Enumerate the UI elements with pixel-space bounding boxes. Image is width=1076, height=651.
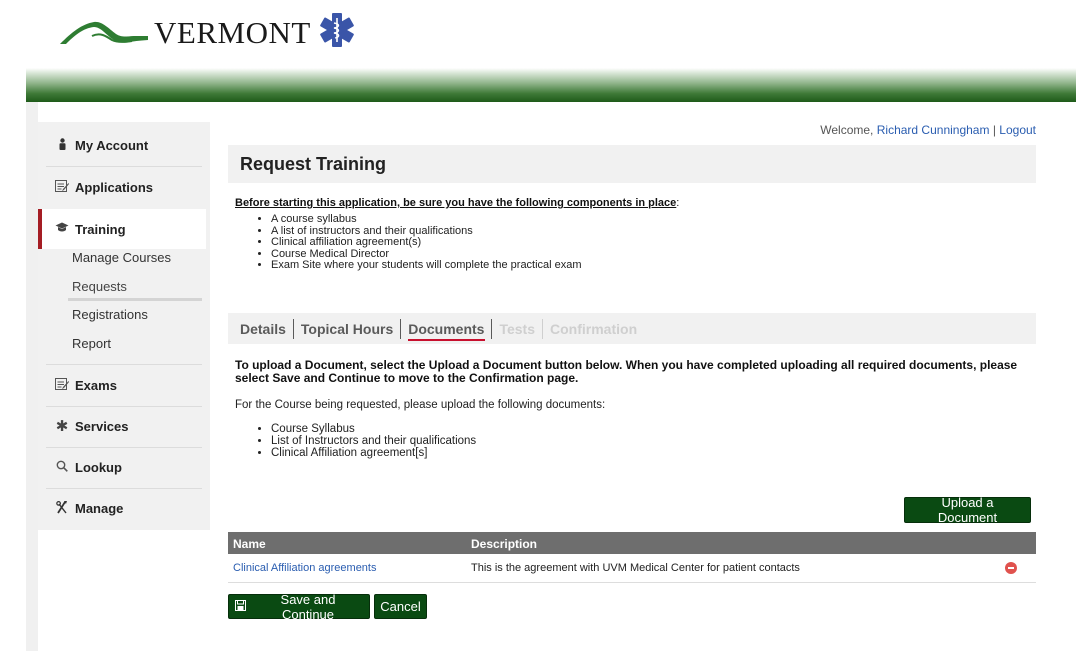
intro-suffix: :	[676, 197, 680, 209]
upload-document-button[interactable]: Upload a Document	[904, 495, 1031, 525]
document-description: This is the agreement with UVM Medical C…	[471, 562, 800, 574]
save-label: Save and Continue	[280, 591, 336, 622]
sidebar-item-label: My Account	[75, 137, 149, 153]
left-gutter	[26, 102, 38, 651]
asterisk-icon: ✱	[55, 418, 69, 435]
vermont-mountains-icon	[58, 14, 150, 51]
vermont-logo[interactable]: VERMONT	[58, 12, 355, 53]
column-header-name: Name	[233, 537, 266, 551]
sidebar-item-label: Applications	[75, 179, 154, 195]
logout-link[interactable]: Logout	[999, 123, 1036, 137]
documents-table: Name Description Clinical Affiliation ag…	[228, 532, 1036, 583]
tab-details[interactable]: Details	[228, 321, 293, 337]
page-title: Request Training	[240, 154, 387, 174]
intro-heading: Before starting this application, be sur…	[235, 197, 677, 209]
components-list: A course syllabus A list of instructors …	[256, 213, 582, 272]
header-banner	[26, 68, 1076, 102]
page-title-bar: Request Training	[228, 145, 1036, 183]
user-name-link[interactable]: Richard Cunningham	[877, 123, 990, 137]
sidebar-item-my-account[interactable]: My Account	[38, 125, 210, 165]
sidebar-item-training[interactable]: Training	[38, 209, 206, 249]
welcome-bar: Welcome, Richard Cunningham | Logout	[820, 123, 1036, 137]
sidebar-subitem-registrations[interactable]: Registrations	[72, 307, 148, 322]
sidebar-item-label: Training	[75, 221, 126, 237]
sidebar-item-applications[interactable]: Applications	[38, 167, 210, 207]
list-item: Exam Site where your students will compl…	[271, 260, 582, 272]
sidebar-subitem-report[interactable]: Report	[72, 336, 111, 351]
active-subitem-indicator	[68, 298, 202, 301]
upload-instructions: To upload a Document, select the Upload …	[235, 358, 1018, 385]
form-icon	[55, 179, 69, 195]
sidebar: My Account Applications Training Manage …	[38, 122, 210, 530]
remove-icon[interactable]	[1005, 562, 1017, 574]
graduation-cap-icon	[55, 222, 69, 236]
list-item: List of Instructors and their qualificat…	[271, 435, 476, 448]
document-name-link[interactable]: Clinical Affiliation agreements	[233, 562, 376, 574]
person-icon	[55, 137, 69, 153]
required-documents-list: Course Syllabus List of Instructors and …	[256, 423, 476, 460]
list-item: Clinical Affiliation agreement[s]	[271, 447, 476, 460]
sidebar-item-label: Services	[75, 418, 129, 434]
tools-icon	[55, 500, 69, 517]
tab-tests: Tests	[499, 320, 536, 337]
site-header: VERMONT	[0, 0, 1076, 102]
table-row: Clinical Affiliation agreements This is …	[228, 554, 1036, 583]
intro-text: Before starting this application, be sur…	[235, 197, 679, 209]
sidebar-item-exams[interactable]: Exams	[38, 365, 210, 405]
welcome-prefix: Welcome,	[820, 123, 874, 137]
form-icon	[55, 377, 69, 393]
search-icon	[55, 460, 69, 475]
separator: |	[992, 123, 996, 137]
sidebar-item-lookup[interactable]: Lookup	[38, 447, 210, 487]
tab-documents[interactable]: Documents	[401, 321, 491, 341]
sidebar-item-services[interactable]: ✱ Services	[38, 406, 210, 446]
sidebar-subitem-manage-courses[interactable]: Manage Courses	[72, 250, 171, 265]
sidebar-item-label: Manage	[75, 500, 124, 516]
wizard-tabs: Details Topical Hours Documents Tests Co…	[228, 313, 1036, 344]
floppy-disk-icon	[235, 599, 246, 614]
logo-text: VERMONT	[154, 14, 311, 50]
star-of-life-icon	[319, 12, 355, 53]
sidebar-item-manage[interactable]: Manage	[38, 488, 210, 528]
column-header-description: Description	[471, 537, 538, 551]
tab-topical-hours[interactable]: Topical Hours	[294, 321, 400, 337]
save-and-continue-button[interactable]: Save and Continue	[228, 591, 370, 622]
table-header: Name Description	[228, 532, 1036, 554]
sidebar-item-label: Lookup	[75, 459, 122, 475]
tab-confirmation: Confirmation	[550, 320, 638, 337]
documents-note: For the Course being requested, please u…	[235, 399, 606, 411]
list-item: A course syllabus	[271, 213, 582, 226]
cancel-button[interactable]: Cancel	[374, 594, 427, 619]
sidebar-subitem-requests[interactable]: Requests	[72, 279, 127, 294]
sidebar-item-label: Exams	[75, 377, 117, 393]
